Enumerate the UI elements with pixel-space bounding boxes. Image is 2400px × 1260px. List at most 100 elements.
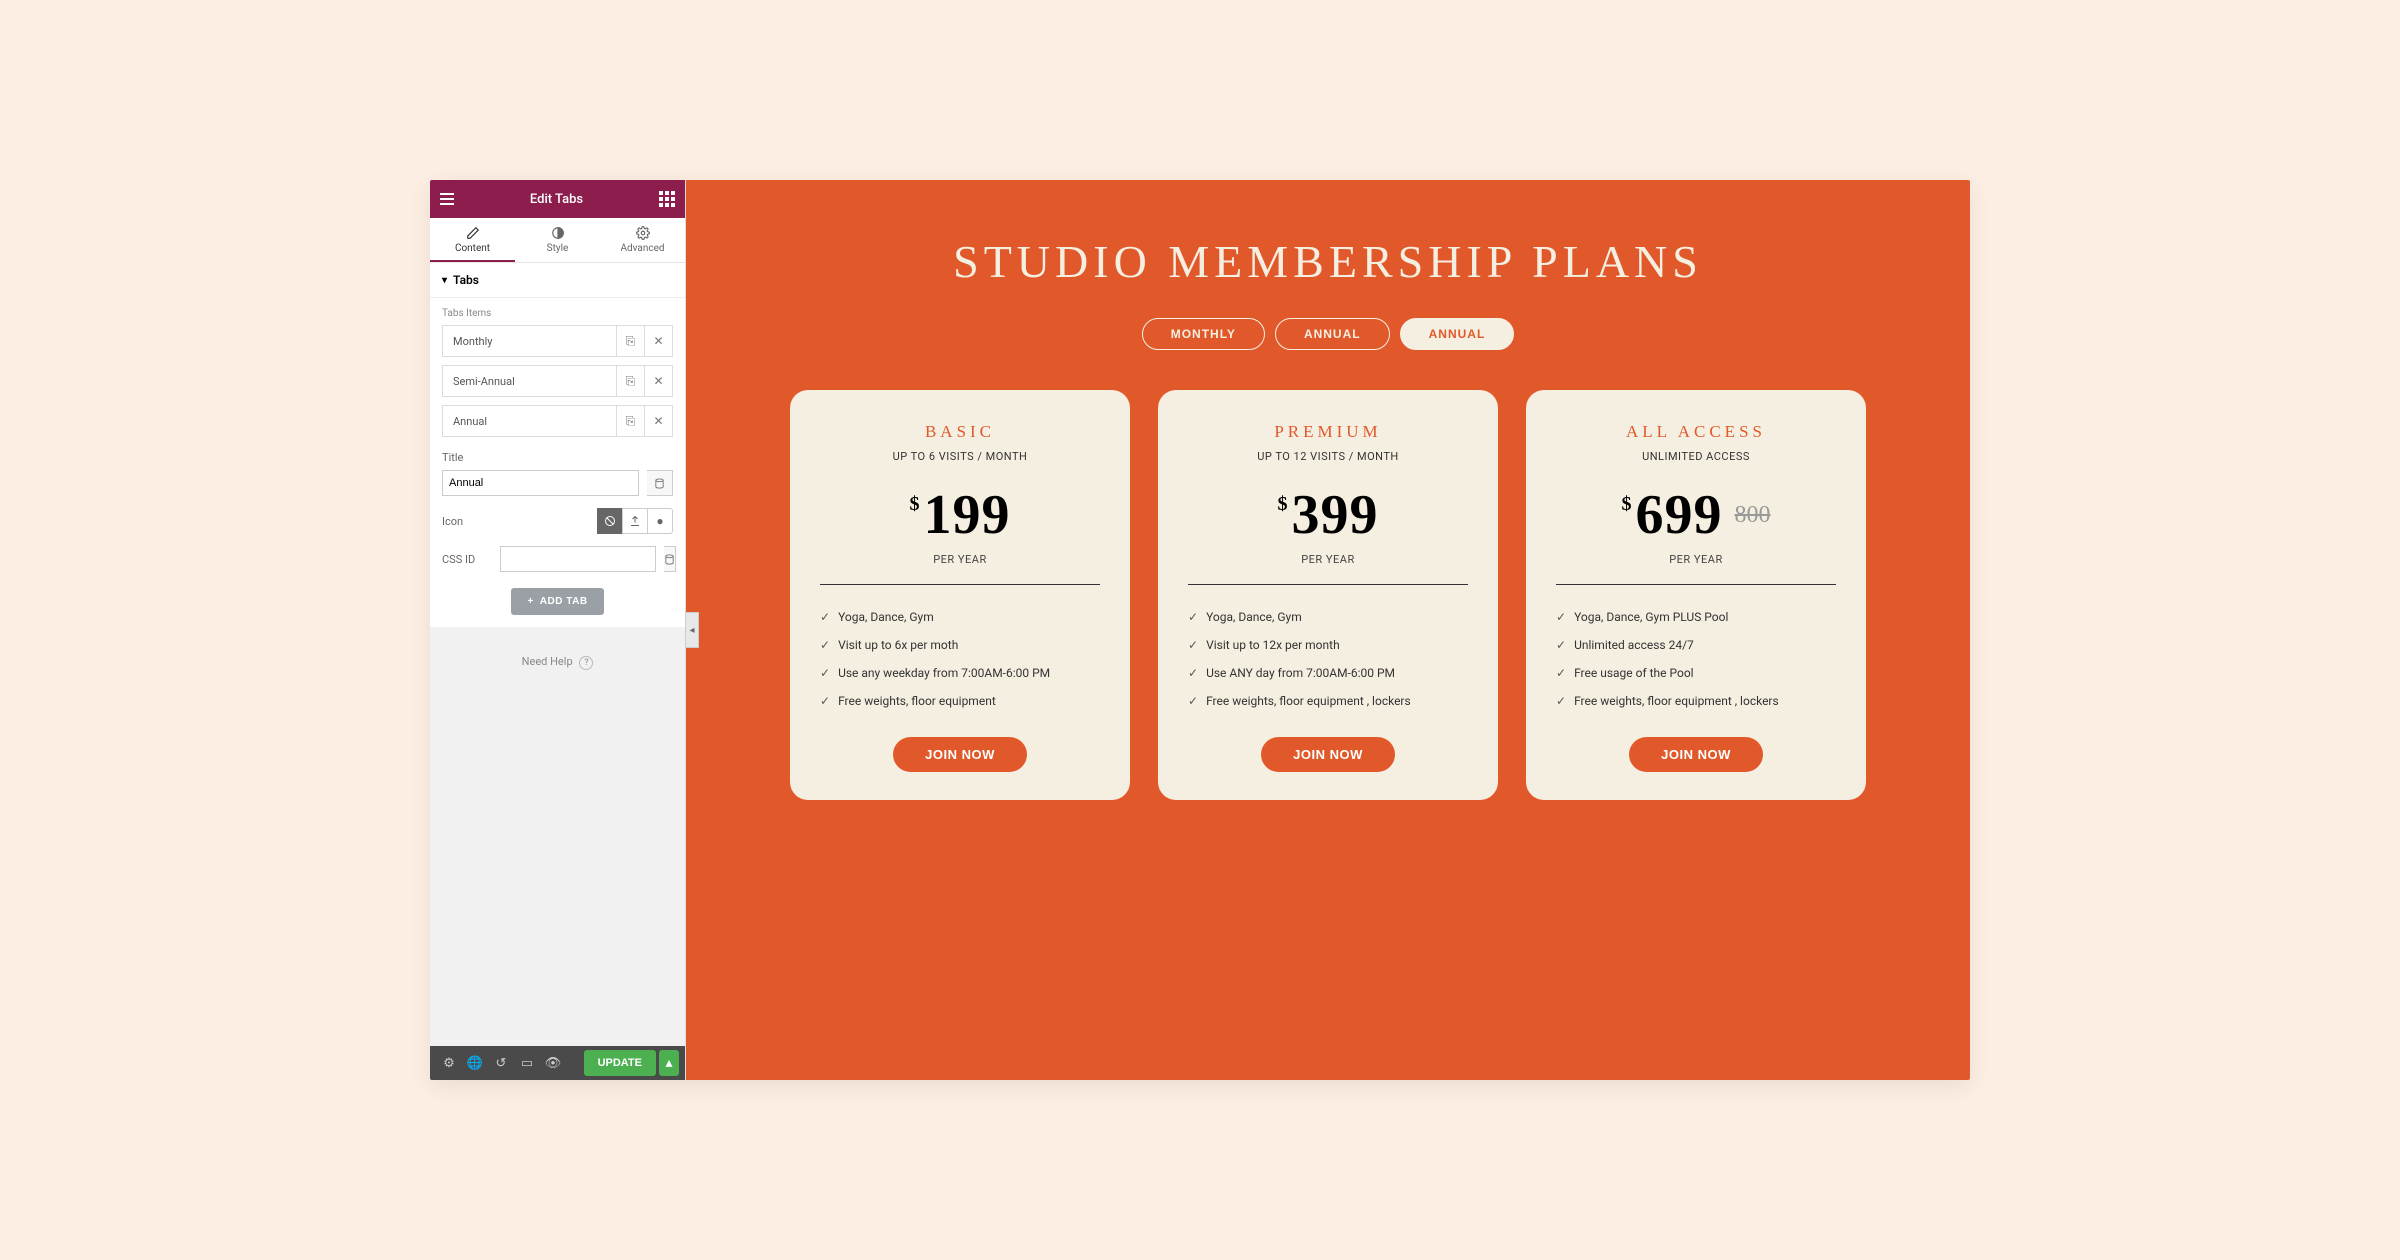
menu-icon[interactable] [440,193,454,205]
plus-icon: + [527,596,533,607]
join-button[interactable]: JOIN NOW [1629,737,1763,772]
panel-collapse-handle[interactable]: ◂ [685,612,699,648]
divider [1556,584,1836,585]
update-button[interactable]: UPDATE [584,1050,656,1076]
plan-tab[interactable]: ANNUAL [1400,318,1515,350]
card-title: BASIC [925,422,995,442]
currency: $ [1622,493,1632,516]
tabs-item-row[interactable]: Monthly ⎘ ✕ [442,325,673,357]
feature-list: Yoga, Dance, GymVisit up to 12x per mont… [1188,603,1468,715]
join-button[interactable]: JOIN NOW [1261,737,1395,772]
update-options-button[interactable]: ▴ [659,1050,679,1076]
title-input[interactable] [442,470,639,496]
price: 699 [1636,483,1723,547]
feature-item: Yoga, Dance, Gym [820,603,1100,631]
ban-icon [604,515,616,527]
pricing-card: PREMIUM UP TO 12 VISITS / MONTH $ 399 PE… [1158,390,1498,800]
settings-icon[interactable]: ⚙ [436,1050,462,1076]
editor-mode-tabs: Content Style Advanced [430,218,685,263]
tab-advanced[interactable]: Advanced [600,218,685,262]
help-icon[interactable]: ? [579,656,593,670]
currency: $ [1278,493,1288,516]
app-window: Edit Tabs Content Style Advanced ▾ Tabs … [430,180,1970,1080]
feature-item: Use any weekday from 7:00AM-6:00 PM [820,659,1100,687]
icon-upload-button[interactable] [622,508,648,534]
duplicate-icon[interactable]: ⎘ [616,406,644,436]
price: 399 [1292,483,1379,547]
plan-tabs: MONTHLY ANNUAL ANNUAL [1142,318,1515,350]
editor-canvas: ◂ STUDIO MEMBERSHIP PLANS MONTHLYANNUALA… [686,180,1970,1080]
divider [1188,584,1468,585]
tabs-items-label: Tabs Items [430,298,685,325]
need-help-area: Need Help ? [430,627,685,1047]
card-subtitle: UP TO 12 VISITS / MONTH [1257,450,1399,463]
cssid-dynamic-button[interactable] [664,546,676,572]
close-icon[interactable]: ✕ [644,366,672,396]
feature-item: Yoga, Dance, Gym PLUS Pool [1556,603,1836,631]
add-tab-button[interactable]: + ADD TAB [511,588,603,615]
sidebar-title: Edit Tabs [530,192,583,207]
chevron-down-icon: ▾ [442,275,447,286]
bottom-toolbar: ⚙ 🌐 ↺ ▭ 👁 UPDATE ▴ [430,1046,685,1080]
duplicate-icon[interactable]: ⎘ [616,326,644,356]
cssid-row: CSS ID [430,540,685,578]
responsive-icon[interactable]: ▭ [514,1050,540,1076]
feature-list: Yoga, Dance, GymVisit up to 6x per mothU… [820,603,1100,715]
tabs-items-list: Monthly ⎘ ✕Semi-Annual ⎘ ✕Annual ⎘ ✕ [430,325,685,437]
history-icon[interactable]: ↺ [488,1050,514,1076]
section-tabs-toggle[interactable]: ▾ Tabs [430,263,685,298]
divider [820,584,1100,585]
icon-row: Icon ● [430,502,685,540]
editor-sidebar: Edit Tabs Content Style Advanced ▾ Tabs … [430,180,686,1080]
pricing-cards: BASIC UP TO 6 VISITS / MONTH $ 199 PER Y… [790,390,1866,800]
dynamic-tag-button[interactable] [647,470,673,496]
feature-item: Free weights, floor equipment [820,687,1100,715]
tab-style[interactable]: Style [515,218,600,262]
tabs-item-name: Annual [443,415,616,428]
pricing-card: BASIC UP TO 6 VISITS / MONTH $ 199 PER Y… [790,390,1130,800]
title-label: Title [442,451,492,464]
close-icon[interactable]: ✕ [644,326,672,356]
grid-icon[interactable] [659,191,675,207]
contrast-icon [551,226,565,240]
old-price: 800 [1735,502,1771,529]
feature-list: Yoga, Dance, Gym PLUS PoolUnlimited acce… [1556,603,1836,715]
tab-content[interactable]: Content [430,218,515,262]
price-period: PER YEAR [1301,553,1355,566]
icon-library-button[interactable]: ● [647,508,673,534]
icon-none-button[interactable] [597,508,623,534]
cssid-input[interactable] [500,546,656,572]
price: 199 [924,483,1011,547]
card-title: ALL ACCESS [1626,422,1766,442]
sidebar-topbar: Edit Tabs [430,180,685,218]
globe-icon[interactable]: 🌐 [462,1050,488,1076]
feature-item: Free weights, floor equipment , lockers [1556,687,1836,715]
icon-label: Icon [442,515,492,528]
card-subtitle: UNLIMITED ACCESS [1642,450,1750,463]
tabs-item-row[interactable]: Semi-Annual ⎘ ✕ [442,365,673,397]
feature-item: Visit up to 12x per month [1188,631,1468,659]
price-row: $ 699 800 [1622,483,1771,547]
upload-icon [629,515,641,527]
database-icon [654,478,665,489]
tabs-item-name: Semi-Annual [443,375,616,388]
tabs-item-row[interactable]: Annual ⎘ ✕ [442,405,673,437]
close-icon[interactable]: ✕ [644,406,672,436]
preview-icon[interactable]: 👁 [540,1050,566,1076]
card-subtitle: UP TO 6 VISITS / MONTH [893,450,1028,463]
price-period: PER YEAR [1669,553,1723,566]
pricing-card: ALL ACCESS UNLIMITED ACCESS $ 699 800 PE… [1526,390,1866,800]
price-row: $ 399 [1278,483,1379,547]
database-icon [664,554,675,565]
duplicate-icon[interactable]: ⎘ [616,366,644,396]
currency: $ [910,493,920,516]
feature-item: Use ANY day from 7:00AM-6:00 PM [1188,659,1468,687]
join-button[interactable]: JOIN NOW [893,737,1027,772]
title-row: Title [430,445,685,470]
plan-tab[interactable]: ANNUAL [1275,318,1390,350]
tabs-item-name: Monthly [443,335,616,348]
plan-tab[interactable]: MONTHLY [1142,318,1265,350]
feature-item: Free usage of the Pool [1556,659,1836,687]
price-row: $ 199 [910,483,1011,547]
feature-item: Visit up to 6x per moth [820,631,1100,659]
